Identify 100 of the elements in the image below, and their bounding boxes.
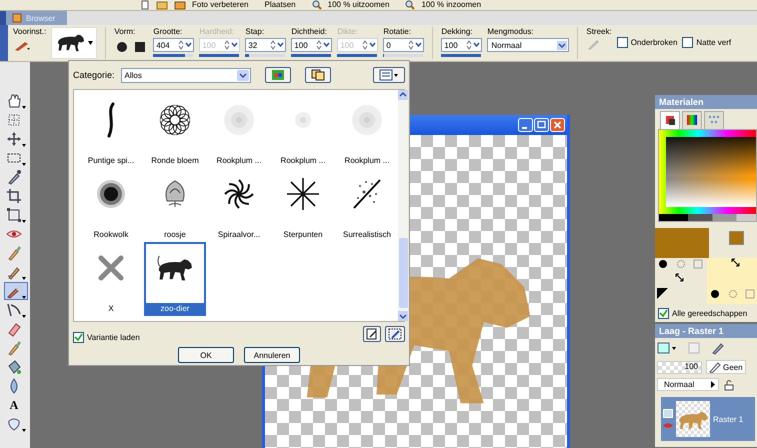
brush-preview-button[interactable] [51, 27, 98, 59]
edit-icon [366, 328, 378, 340]
checkbox-label: Natte verf [696, 38, 732, 47]
slider-fill[interactable] [441, 54, 482, 57]
number-field[interactable]: 100 [441, 38, 482, 52]
checkbox[interactable] [682, 37, 694, 48]
new-layer-icon[interactable] [657, 341, 677, 355]
scrollbar[interactable] [398, 90, 408, 321]
slider-fill[interactable] [153, 54, 186, 57]
paintbrush-icon[interactable] [6, 283, 22, 299]
brush-tile[interactable]: Ronde bloem [144, 94, 206, 168]
number-field[interactable]: 0 [383, 38, 424, 52]
spin-arrows-icon [316, 40, 330, 50]
swap-arrows-icon[interactable] [675, 273, 684, 282]
brush-tile[interactable]: zoo-dier [144, 242, 206, 316]
shape-icon[interactable] [6, 416, 22, 432]
brush-tile[interactable]: Sterpunten [272, 168, 334, 242]
gradient-tab[interactable] [682, 111, 702, 129]
eye-icon [663, 422, 673, 429]
spin-arrows-icon [408, 40, 422, 50]
reset-colors-icon[interactable] [657, 288, 668, 299]
spin-arrows-icon [178, 40, 192, 50]
caret-icon [22, 314, 26, 318]
export-button[interactable] [385, 326, 405, 342]
foreground-swatch[interactable] [655, 228, 709, 258]
toolbar-button[interactable]: Plaatsen [264, 0, 296, 10]
smoke-cloud-icon [97, 180, 125, 208]
brush-tile[interactable]: Spiraalvor... [208, 168, 270, 242]
brush-tile[interactable]: Rookwolk [80, 168, 142, 242]
number-field[interactable]: 32 [245, 38, 286, 52]
edit-button[interactable] [363, 326, 381, 342]
dialog-button[interactable]: Annuleren [244, 347, 300, 363]
toolbar-button[interactable]: 100 % inzoomen [421, 0, 482, 10]
flower-icon [160, 105, 190, 135]
copy-icon [310, 69, 325, 81]
brush-tile[interactable]: X [80, 242, 142, 316]
field-label: Stap: [245, 27, 264, 36]
blend-mode-dropdown[interactable]: Normaal [487, 38, 570, 52]
caret-icon [22, 105, 26, 109]
opacity-field[interactable]: 100 [657, 360, 702, 374]
brush-tile[interactable]: Rookplum ... [272, 94, 334, 168]
slider-fill[interactable] [291, 54, 332, 57]
maximize-icon[interactable] [534, 118, 549, 132]
tool-button[interactable] [4, 206, 28, 224]
color-tab[interactable] [660, 111, 680, 129]
checkbox[interactable] [616, 37, 628, 48]
view-list-icon [379, 69, 399, 81]
number-field[interactable]: 100 [291, 38, 332, 52]
brush-stroke-icon [106, 102, 116, 138]
move-icon[interactable] [6, 131, 22, 147]
brush-icon[interactable] [711, 341, 725, 355]
swap-arrows-icon[interactable] [731, 258, 740, 267]
preset-label: Voorinst.: [13, 27, 46, 36]
brush-tile[interactable]: Rookplum ... [336, 94, 398, 168]
scroll-thumb[interactable] [398, 238, 408, 308]
warp-brush-icon[interactable] [6, 302, 22, 318]
copy-button[interactable] [304, 67, 331, 83]
transform-icon[interactable] [6, 207, 22, 223]
color-picker[interactable] [658, 129, 757, 222]
dialog-button[interactable]: OK [178, 347, 234, 363]
view-mode-button[interactable] [373, 67, 405, 83]
dots-icon [707, 113, 721, 126]
brush-tile[interactable]: roosje [144, 168, 206, 242]
slider-fill[interactable] [245, 54, 250, 57]
foreground-swatch[interactable] [729, 231, 744, 245]
checkbox-label: Alle gereedschappen [672, 309, 748, 318]
palette-grip[interactable] [0, 25, 8, 61]
layer-blend-dropdown[interactable]: Normaal [657, 378, 719, 391]
brush-tile[interactable]: Rookplum ... [208, 94, 270, 168]
brush-options-button[interactable] [264, 67, 291, 83]
number-field[interactable]: 404 [153, 38, 194, 52]
spin-arrows-icon [362, 40, 376, 50]
background-swatch[interactable] [707, 258, 757, 304]
toolbar-button[interactable]: 100 % uitzoomen [328, 0, 390, 10]
field-label: Rotatie: [383, 27, 411, 36]
lock-icon[interactable] [723, 378, 735, 390]
brush-tile[interactable]: Puntige spi... [80, 94, 142, 168]
browser-icon [12, 13, 22, 23]
selection-brush-icon [388, 328, 402, 340]
close-icon[interactable] [550, 118, 565, 132]
round-shape-icon[interactable] [116, 41, 128, 53]
checkbox[interactable] [658, 308, 669, 319]
hand-icon[interactable] [6, 93, 22, 109]
category-dropdown[interactable]: Allos [120, 68, 251, 82]
brush-tile[interactable]: Surrealistisch [336, 168, 398, 242]
minimize-icon[interactable] [518, 118, 533, 132]
stroke-label: Streek: [586, 27, 612, 36]
selected-tool-button[interactable] [4, 282, 28, 300]
layer-type-icon [663, 409, 673, 418]
checkbox-label: Onderbroken [630, 38, 678, 47]
color-squares-icon [663, 113, 677, 126]
rose-icon [164, 180, 186, 208]
toolbar-button[interactable]: Foto verbeteren [192, 0, 248, 10]
dropdown-arrow-icon [236, 70, 249, 80]
blend-range-button[interactable]: Geen [706, 360, 746, 374]
square-shape-icon[interactable] [134, 41, 146, 53]
checkbox[interactable] [73, 332, 84, 343]
spin-arrows-icon [466, 40, 480, 50]
field-label: Mengmodus: [487, 27, 534, 36]
burst-icon [353, 179, 381, 209]
